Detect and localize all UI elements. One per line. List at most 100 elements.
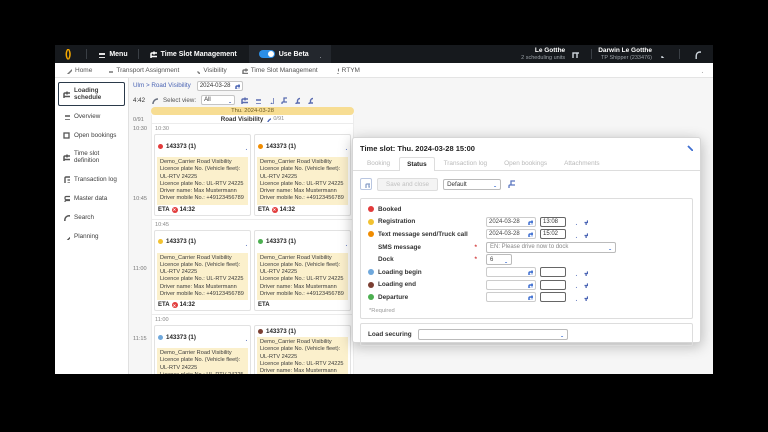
edit-icon[interactable] [340,233,347,251]
sidebar-item-open-bookings[interactable]: Open bookings [58,126,125,144]
calendar-icon [241,67,248,74]
eta-time: 14:32 [279,206,295,213]
row-select[interactable]: EN: Please drive now to dock [486,241,616,253]
booking-card[interactable]: 143373 (1) Demo_Carrier Road Visibility L… [154,229,251,312]
time-input[interactable] [540,279,566,290]
sidebar-item-planning[interactable]: Planning [58,227,125,245]
breadcrumb-item[interactable]: Time Slot Management [241,67,318,74]
edit-icon[interactable] [340,137,347,155]
breadcrumb-item[interactable]: Home [65,67,92,74]
date-input[interactable]: 2024-03-28 [486,229,536,240]
tab-status[interactable]: Status [399,157,435,171]
sidebar-item-search[interactable]: Search [58,208,125,226]
sidebar: Loading schedule Overview Open bookings Tim… [55,78,129,374]
close-icon[interactable] [685,143,693,153]
sidebar-item-master-data[interactable]: Master data [58,189,125,207]
edit-icon[interactable] [240,233,247,251]
breadcrumb-item[interactable]: Visibility [193,67,227,74]
unlock-icon[interactable] [305,96,314,104]
delete-icon[interactable] [581,281,588,289]
gutter-count: 0/91 [133,117,144,123]
row-actions [570,281,588,289]
time-input[interactable] [540,267,566,278]
tab-attachments[interactable]: Attachments [556,156,608,170]
required-note: *Required [369,307,395,314]
date-input[interactable] [486,267,536,278]
calendar-icon [528,270,533,276]
gear-icon [195,68,201,74]
row-actions [570,231,588,238]
edit-icon[interactable] [570,218,577,226]
calendar-view-icon[interactable] [240,96,249,104]
time-input[interactable] [540,292,566,303]
date-input[interactable]: 2024-03-28 [196,80,243,91]
tab-transaction-log[interactable]: Transaction log [436,156,495,170]
sidebar-item-overview[interactable]: Overview [58,107,125,125]
anchor-icon [334,67,339,74]
edit-icon[interactable] [570,281,577,289]
refresh-icon[interactable] [150,96,159,104]
calendar-icon [528,219,533,225]
load-securing-select[interactable] [417,328,568,340]
calendar-icon [149,50,157,58]
menu-button[interactable]: Menu [93,50,131,58]
list-icon [64,115,70,120]
time-input[interactable]: 13:08 [540,216,566,227]
booking-number: 143373 (1) [266,328,296,336]
sidebar-item-loading-schedule[interactable]: Loading schedule [58,82,125,106]
pencil-icon [64,234,70,240]
chevron-down-icon[interactable] [658,51,665,58]
edit-icon[interactable] [570,294,577,301]
breadcrumb-item[interactable]: RTYM [332,67,360,74]
bell-icon[interactable] [692,50,701,59]
swap-icon [108,68,114,74]
tab-booking[interactable]: Booking [359,156,398,170]
edit-icon[interactable] [240,328,247,346]
download-icon[interactable] [266,96,275,104]
print-icon[interactable] [506,175,516,193]
sidebar-item-time-slot-definition[interactable]: Time slot definition [58,145,125,169]
edit-icon[interactable] [696,66,703,75]
delete-icon[interactable] [581,269,588,276]
tab-open-bookings[interactable]: Open bookings [496,156,555,170]
org-info: Le Gotthe 2 scheduling units [521,47,565,61]
date-input[interactable] [486,279,536,290]
sidebar-item-transaction-log[interactable]: Transaction log [58,170,125,188]
booking-card[interactable]: 143373 (1) Demo_Carrier Road Visibility L… [154,325,251,374]
delete-icon[interactable] [581,294,588,301]
template-value: Default [447,180,467,188]
view-select[interactable]: All [201,95,236,105]
date-input[interactable]: 2024-03-28 [486,216,536,227]
booking-number: 143373 (1) [166,142,196,150]
use-beta-toggle[interactable] [258,50,275,58]
save-and-close-button[interactable]: Save and close [377,177,439,191]
delete-icon[interactable] [581,218,588,226]
location-link[interactable]: Ulm > Road Visibility [133,82,191,89]
info-icon[interactable] [265,116,272,122]
row-select[interactable]: 6 [486,254,512,266]
search-icon [64,215,70,221]
time-input[interactable]: 15:02 [540,229,566,240]
status-dot [258,329,263,335]
date-input[interactable] [486,292,536,303]
booking-card[interactable]: 143373 (1) Demo_Carrier Road Visibility L… [154,134,251,216]
app-bar: () Menu Time Slot Management Use Beta Le… [55,45,713,63]
booking-card[interactable]: 143373 (1) Demo_Carrier Road Visibility L… [254,325,351,374]
booking-card[interactable]: 143373 (1) Demo_Carrier Road Visibility L… [254,134,351,216]
booking-card[interactable]: 143373 (1) Demo_Carrier Road Visibility L… [254,229,351,312]
brand-logo[interactable]: () [55,48,80,60]
breadcrumb-item[interactable]: Transport Assignment [106,67,179,74]
user-info[interactable]: Darwin Le Gotthe TP Shipper (233476) [598,47,652,61]
list-view-icon[interactable] [253,96,262,104]
booking-save-icon[interactable] [360,178,372,190]
edit-icon[interactable] [570,269,577,276]
day-pill[interactable]: Thu. 2024-03-28 [151,107,354,115]
scheduling-units-icon[interactable] [571,50,580,58]
template-select[interactable]: Default [443,178,502,190]
print-icon[interactable] [279,96,288,104]
lock-icon[interactable] [292,96,301,104]
edit-icon[interactable] [570,231,577,238]
edit-icon[interactable] [240,137,247,155]
delete-icon[interactable] [581,231,588,238]
time-slot-modal: Time slot: Thu. 2024-03-28 15:00 Booking… [352,137,701,346]
